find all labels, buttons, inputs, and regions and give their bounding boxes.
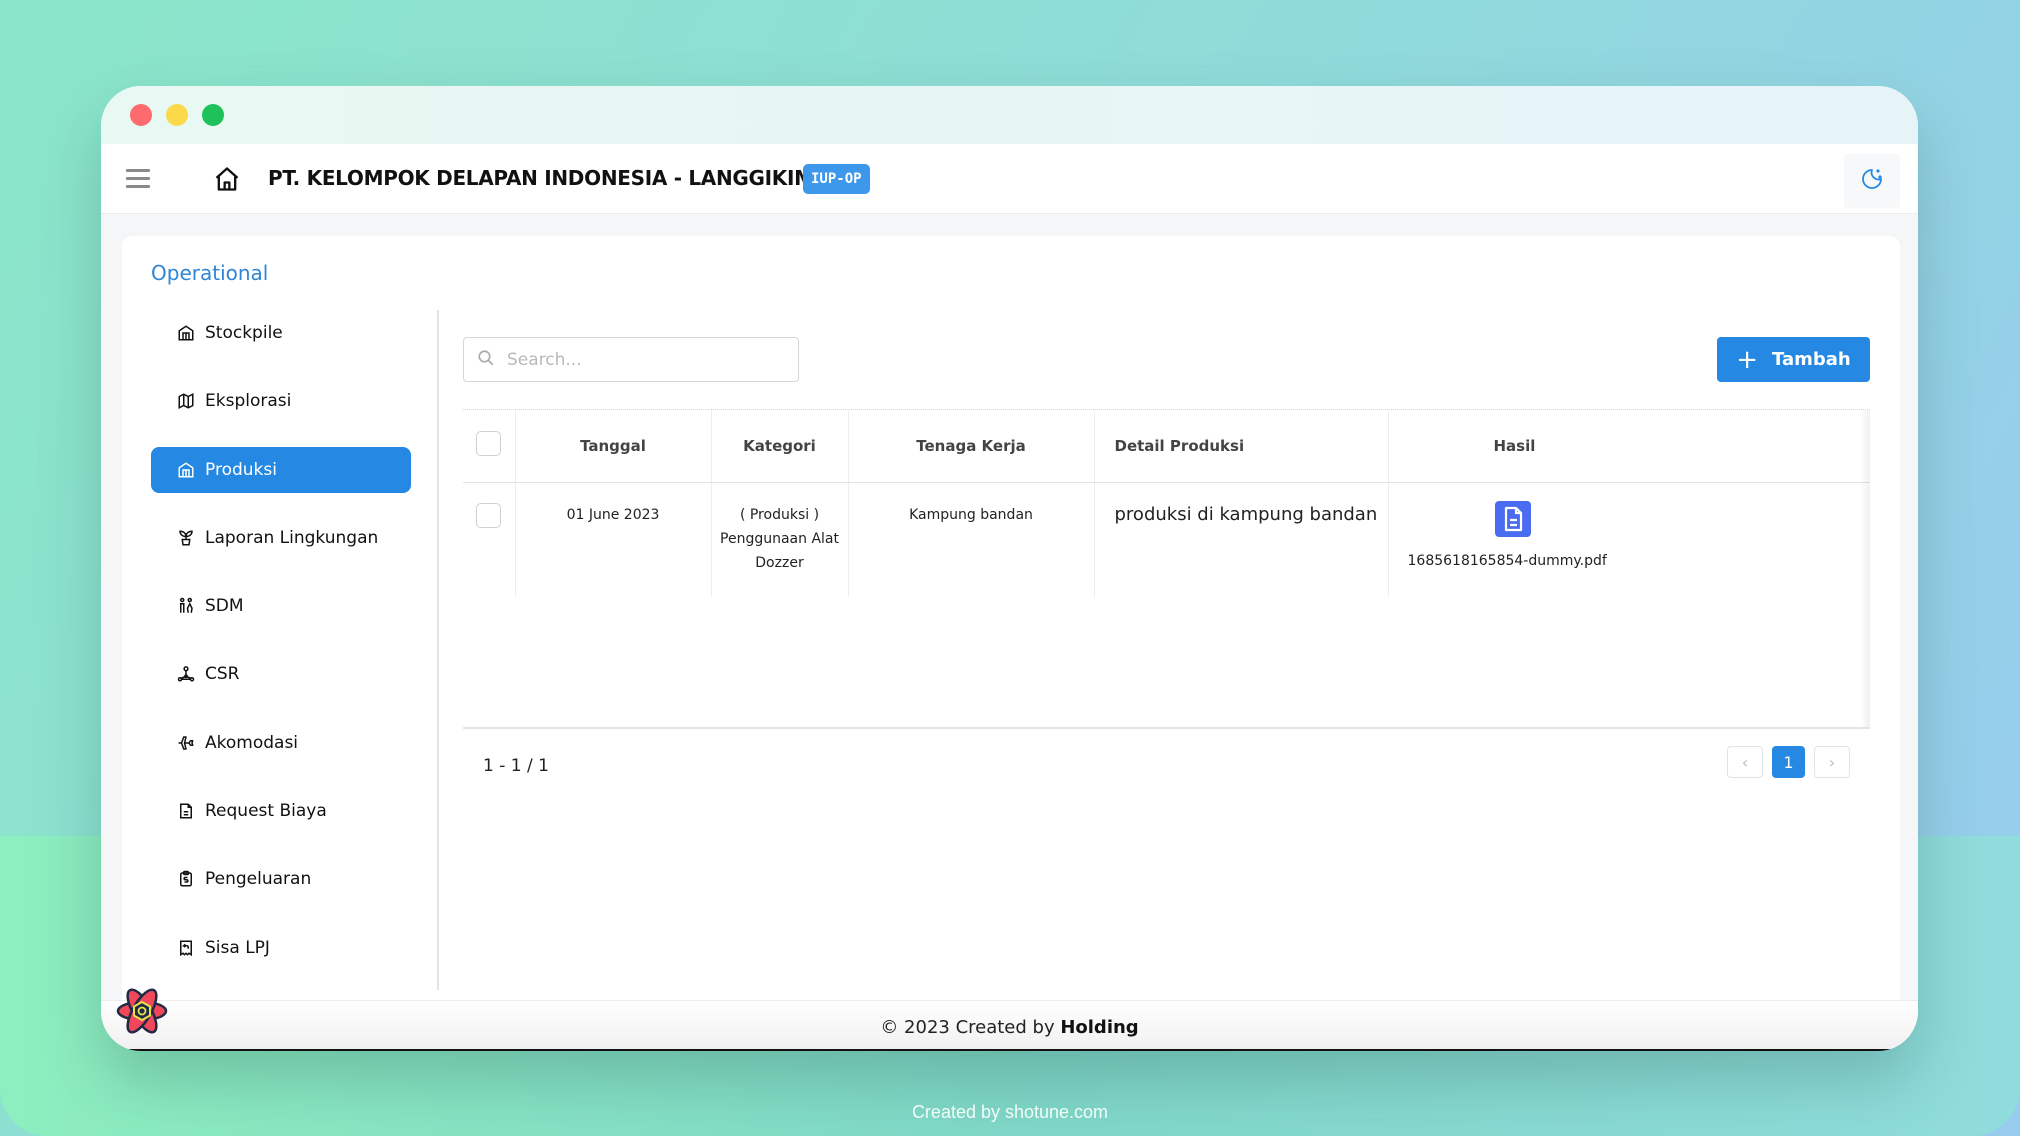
- watermark-text: Created by shotune.com: [911, 1102, 1109, 1122]
- react-logo-icon[interactable]: [115, 987, 169, 1035]
- sidebar-item-stockpile[interactable]: Stockpile: [151, 310, 411, 356]
- home-icon[interactable]: [213, 165, 241, 193]
- sidebar-item-csr[interactable]: CSR: [151, 651, 411, 697]
- kategori-desc-line2: Dozzer: [755, 554, 804, 571]
- clipboard-dollar-icon: [177, 870, 195, 888]
- cell-tenaga-kerja: Kampung bandan: [848, 482, 1095, 597]
- column-header-tanggal[interactable]: Tanggal: [515, 410, 712, 483]
- file-link[interactable]: 1685618165854-dummy.pdf: [1389, 549, 1870, 573]
- column-header-detail-produksi[interactable]: Detail Produksi: [1094, 410, 1389, 483]
- sidebar-item-label: Stockpile: [205, 323, 283, 343]
- receipt-refund-icon: [177, 939, 195, 957]
- cell-detail-produksi: produksi di kampung bandan: [1094, 482, 1389, 597]
- sidebar-item-sisa-lpj[interactable]: Sisa LPJ: [151, 925, 411, 971]
- document-icon: [177, 802, 195, 820]
- column-header-kategori[interactable]: Kategori: [711, 410, 849, 483]
- kategori-desc-line1: Penggunaan Alat: [720, 530, 839, 547]
- file-document-icon[interactable]: [1494, 500, 1531, 537]
- browser-window: PT. KELOMPOK DELAPAN INDONESIA - LANGGIK…: [101, 86, 1918, 1051]
- sidebar-item-label: Eksplorasi: [205, 391, 292, 412]
- hamburger-icon[interactable]: [126, 169, 150, 189]
- sidebar-item-label: Request Biaya: [205, 801, 327, 822]
- network-icon: [177, 665, 195, 683]
- window-titlebar: [101, 86, 1918, 144]
- sidebar-item-label: Laporan Lingkungan: [205, 527, 379, 548]
- next-page-button[interactable]: ›: [1814, 746, 1850, 778]
- maximize-window-button[interactable]: [202, 104, 224, 126]
- main-card: Operational Stockpile Eksplorasi Produks…: [122, 236, 1900, 1036]
- company-title: PT. KELOMPOK DELAPAN INDONESIA - LANGGIK…: [268, 166, 829, 190]
- app-header: PT. KELOMPOK DELAPAN INDONESIA - LANGGIK…: [101, 144, 1918, 214]
- search-box[interactable]: [463, 337, 799, 382]
- building-icon: [177, 461, 195, 479]
- cell-hasil: 1685618165854-dummy.pdf: [1388, 482, 1870, 597]
- table-header-row: Tanggal Kategori Tenaga Kerja Detail Pro…: [463, 410, 1870, 483]
- people-icon: [177, 597, 195, 615]
- prev-page-button[interactable]: ‹: [1727, 746, 1763, 778]
- table-row[interactable]: 01 June 2023 ( Produksi ) Penggunaan Ala…: [463, 482, 1870, 597]
- close-window-button[interactable]: [130, 104, 152, 126]
- sidebar-item-eksplorasi[interactable]: Eksplorasi: [151, 378, 411, 424]
- plus-icon: +: [1736, 344, 1759, 375]
- add-button-label: Tambah: [1772, 349, 1851, 370]
- cell-tanggal: 01 June 2023: [515, 482, 712, 597]
- sidebar-item-akomodasi[interactable]: Akomodasi: [151, 720, 411, 766]
- column-header-hasil[interactable]: Hasil: [1388, 410, 1870, 483]
- search-icon: [477, 349, 495, 371]
- sidebar-divider: [437, 310, 439, 990]
- page-button-current[interactable]: 1: [1772, 746, 1805, 778]
- column-header-tenaga-kerja[interactable]: Tenaga Kerja: [848, 410, 1095, 483]
- pagination-range: 1 - 1 / 1: [483, 756, 549, 776]
- add-button[interactable]: + Tambah: [1717, 337, 1870, 382]
- theme-toggle-button[interactable]: [1844, 154, 1900, 208]
- building-icon: [177, 324, 195, 342]
- minimize-window-button[interactable]: [166, 104, 188, 126]
- footer: © 2023 Created by Holding: [101, 1000, 1918, 1051]
- sidebar-item-produksi[interactable]: Produksi: [151, 446, 411, 493]
- row-checkbox[interactable]: [476, 502, 502, 528]
- select-all-checkbox[interactable]: [476, 431, 502, 457]
- sidebar-item-label: Pengeluaran: [205, 869, 312, 890]
- sidebar-nav: Stockpile Eksplorasi Produksi Laporan Li…: [151, 310, 411, 993]
- search-input[interactable]: [507, 349, 787, 370]
- plant-icon: [177, 529, 195, 547]
- sidebar-item-laporan-lingkungan[interactable]: Laporan Lingkungan: [151, 515, 411, 561]
- map-icon: [177, 392, 195, 410]
- sidebar-item-request-biaya[interactable]: Request Biaya: [151, 788, 411, 834]
- moon-stars-icon: [1860, 167, 1884, 195]
- table-scroll-shadow: [1860, 410, 1870, 727]
- plane-icon: [177, 734, 195, 752]
- footer-brand: Holding: [1060, 1017, 1139, 1038]
- kategori-type: ( Produksi ): [739, 506, 820, 523]
- sidebar-item-label: CSR: [205, 664, 240, 685]
- data-table: Tanggal Kategori Tenaga Kerja Detail Pro…: [463, 409, 1870, 729]
- sidebar-item-label: SDM: [205, 596, 244, 617]
- pagination: ‹ 1 ›: [1727, 746, 1850, 778]
- sidebar-item-label: Sisa LPJ: [205, 937, 270, 958]
- sidebar-item-sdm[interactable]: SDM: [151, 583, 411, 629]
- content-area: Operational Stockpile Eksplorasi Produks…: [101, 214, 1918, 1036]
- sidebar-item-pengeluaran[interactable]: Pengeluaran: [151, 856, 411, 902]
- section-title: Operational: [151, 261, 269, 285]
- sidebar-item-label: Akomodasi: [205, 732, 299, 753]
- cell-kategori: ( Produksi ) Penggunaan Alat Dozzer: [711, 482, 849, 597]
- footer-text: © 2023 Created by: [880, 1017, 1061, 1038]
- license-badge: IUP-OP: [803, 164, 870, 194]
- sidebar-item-label: Produksi: [205, 459, 277, 480]
